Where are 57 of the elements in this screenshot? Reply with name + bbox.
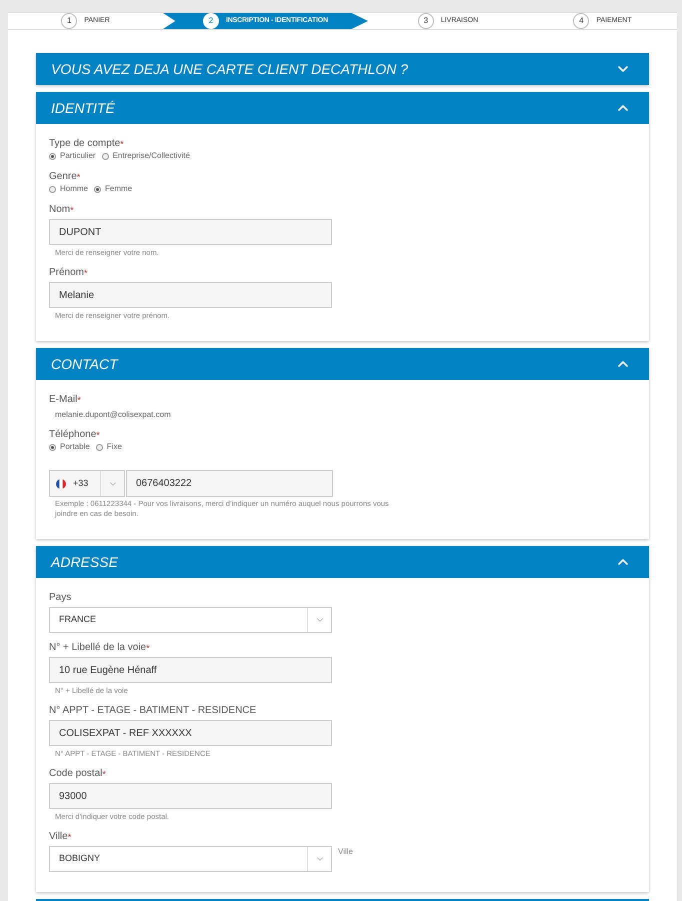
field-label: Code postal <box>49 768 102 780</box>
radio-button[interactable] <box>49 152 56 160</box>
country-code-select[interactable]: +33 <box>49 470 125 497</box>
radio-button[interactable] <box>102 152 109 160</box>
input-field[interactable]: COLISEXPAT - REF XXXXXX <box>49 720 332 746</box>
side-label: Ville <box>338 846 353 858</box>
section-header[interactable]: IDENTITÉ <box>36 92 649 124</box>
country-code: +33 <box>73 476 88 490</box>
required-mark: * <box>102 768 106 780</box>
radio-option[interactable]: Homme <box>49 183 88 195</box>
input-field[interactable]: 93000 <box>49 783 332 809</box>
required-mark: * <box>146 642 150 654</box>
section-title: CONTACT <box>51 354 118 374</box>
field-label: Type de compte <box>49 138 120 150</box>
radio-option[interactable]: Femme <box>94 183 132 195</box>
required-mark: * <box>96 429 100 441</box>
field-label: N° + Libellé de la voie <box>49 642 146 654</box>
radio-button[interactable] <box>49 186 56 192</box>
required-mark: * <box>77 394 81 406</box>
input-field[interactable]: 10 rue Eugène Hénaff <box>49 657 332 683</box>
required-mark: * <box>68 831 72 843</box>
phone-input[interactable]: 0676403222 <box>126 470 333 497</box>
section-title: IDENTITÉ <box>51 98 115 118</box>
step-number: 4 <box>573 13 590 29</box>
input-field[interactable]: DUPONT <box>49 219 332 245</box>
field-label: N° APPT - ETAGE - BATIMENT - RESIDENCE <box>49 705 256 717</box>
email-value: melanie.dupont@colisexpat.com <box>54 410 172 420</box>
required-mark: * <box>120 138 124 150</box>
radio-button[interactable] <box>49 444 56 450</box>
field-label: Prénom <box>49 267 84 279</box>
step-number: 2 <box>203 13 220 29</box>
section-header[interactable]: CONTACT <box>36 348 649 380</box>
radio-button[interactable] <box>96 444 103 450</box>
radio-option[interactable]: Portable <box>49 441 90 453</box>
input-field[interactable]: Melanie <box>49 282 332 308</box>
section-header[interactable]: VOUS AVEZ DEJA UNE CARTE CLIENT DECATHLON ? <box>36 53 649 85</box>
field-label: Pays <box>49 592 72 604</box>
flag-icon <box>56 478 66 488</box>
field-label: E-Mail <box>49 394 78 406</box>
step-number: 3 <box>418 13 434 29</box>
required-mark: * <box>70 204 74 216</box>
select-field[interactable]: BOBIGNY <box>49 846 332 872</box>
step-number: 1 <box>61 13 78 29</box>
section-header[interactable]: ADRESSE <box>36 546 649 578</box>
section-title: ADRESSE <box>51 552 118 572</box>
radio-option[interactable]: Entreprise/Collectivité <box>102 150 190 162</box>
radio-option[interactable]: Fixe <box>96 441 122 453</box>
section-title: VOUS AVEZ DEJA UNE CARTE CLIENT DECATHLON ? <box>51 60 408 78</box>
field-label: Téléphone <box>49 429 96 441</box>
radio-button[interactable] <box>94 186 102 192</box>
required-mark: * <box>76 171 80 183</box>
field-label: Ville <box>49 831 68 843</box>
required-mark: * <box>84 267 88 279</box>
field-label: Nom <box>49 204 70 216</box>
radio-option[interactable]: Particulier <box>49 150 96 162</box>
select-field[interactable]: FRANCE <box>49 607 332 633</box>
field-label: Genre <box>49 171 77 183</box>
